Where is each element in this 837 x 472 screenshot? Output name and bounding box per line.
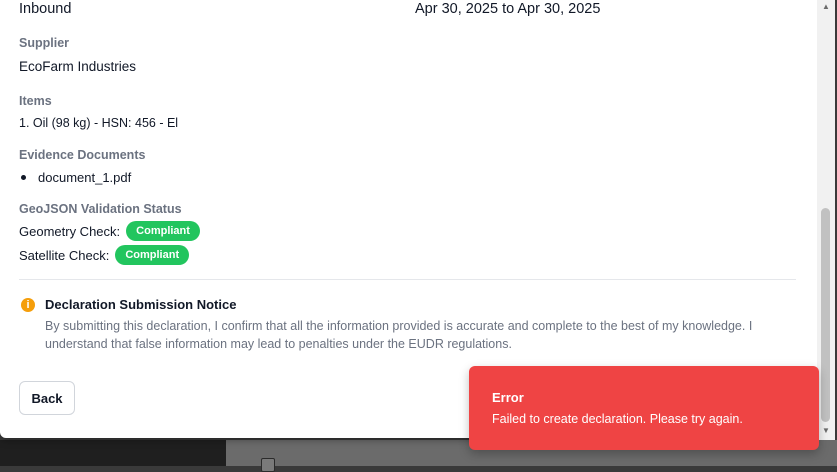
summary-row: Inbound Apr 30, 2025 to Apr 30, 2025 [19,1,795,17]
scroll-down-arrow-icon[interactable]: ▼ [817,424,835,438]
document-list-item: document_1.pdf [19,170,131,185]
modal-scrollbar[interactable]: ▲ ▼ [817,0,835,440]
geojson-label: GeoJSON Validation Status [19,202,182,216]
supplier-value: EcoFarm Industries [19,59,137,74]
satellite-status-badge: Compliant [115,245,190,265]
geometry-check-row: Geometry Check: Compliant [19,221,200,241]
evidence-label: Evidence Documents [19,148,146,162]
geometry-check-label: Geometry Check: [19,223,121,239]
item-entry: 1. Oil (98 kg) - HSN: 456 - El [19,116,179,130]
background-checkbox [261,458,275,472]
items-label: Items [19,94,52,108]
back-button[interactable]: Back [19,381,75,415]
divider [19,279,796,280]
error-toast[interactable]: Error Failed to create declaration. Plea… [469,366,819,450]
toast-title: Error [492,390,524,405]
notice-title: Declaration Submission Notice [45,297,237,312]
satellite-check-label: Satellite Check: [19,247,110,263]
satellite-check-row: Satellite Check: Compliant [19,245,190,265]
notice-body: By submitting this declaration, I confir… [45,319,753,351]
document-name[interactable]: document_1.pdf [38,170,131,185]
info-icon: i [21,298,35,312]
toast-message: Failed to create declaration. Please try… [492,412,743,426]
scroll-up-arrow-icon[interactable]: ▲ [817,0,835,14]
bullet-icon [21,175,26,180]
date-range-value: Apr 30, 2025 to Apr 30, 2025 [415,1,601,17]
supplier-label: Supplier [19,36,70,50]
geometry-status-badge: Compliant [126,221,200,241]
direction-value: Inbound [19,1,72,17]
scrollbar-thumb[interactable] [821,208,830,422]
